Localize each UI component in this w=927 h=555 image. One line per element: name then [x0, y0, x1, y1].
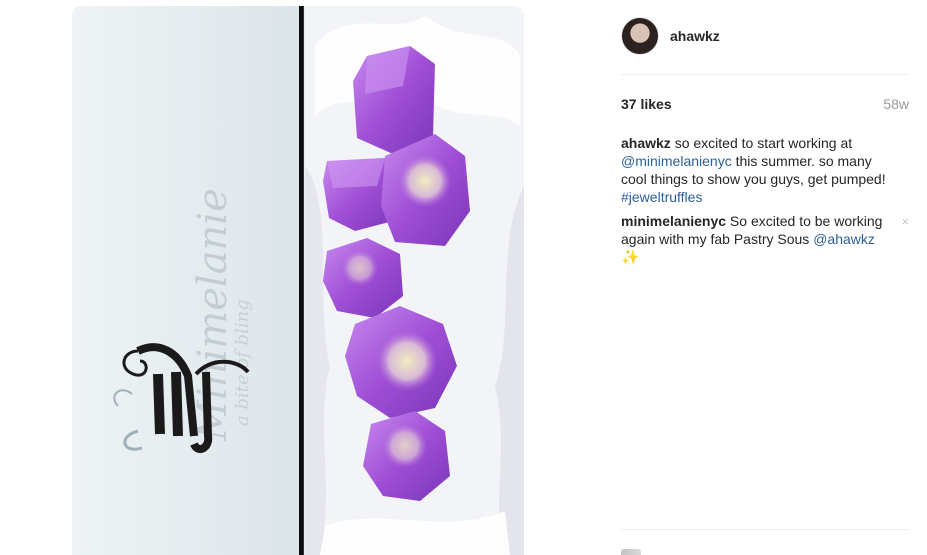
post-photo[interactable]: Minimelanie a bite of bling — [72, 6, 524, 555]
action-bar-partial — [621, 549, 641, 555]
delete-comment-icon[interactable]: × — [901, 213, 909, 231]
comment-username[interactable]: minimelanienyc — [621, 213, 726, 229]
brand-logo-image: Minimelanie a bite of bling — [113, 188, 253, 453]
truffles-illustration — [305, 6, 524, 555]
box-lid-edge — [299, 6, 303, 555]
comments-list: ahawkz so excited to start working at @m… — [621, 134, 909, 273]
post-timestamp[interactable]: 58w — [883, 96, 909, 112]
comment: minimelanienyc So excited to be working … — [621, 212, 909, 267]
caption-hashtag[interactable]: #jeweltruffles — [621, 189, 702, 205]
svg-text:Minimelanie: Minimelanie — [190, 188, 236, 442]
footer-divider — [621, 529, 909, 530]
caption-mention[interactable]: @minimelanienyc — [621, 153, 732, 169]
box-lid: Minimelanie a bite of bling — [72, 6, 304, 555]
sparkle-emoji: ✨ — [621, 249, 640, 266]
post-header: ahawkz — [621, 16, 720, 56]
header-divider — [621, 74, 909, 75]
post-sidebar: ahawkz 37 likes 58w ahawkz so excited to… — [621, 0, 909, 555]
likes-count[interactable]: 37 likes — [621, 96, 672, 112]
avatar[interactable] — [621, 17, 659, 55]
comment-mention[interactable]: @ahawkz — [813, 231, 875, 247]
author-username[interactable]: ahawkz — [670, 28, 720, 44]
caption: ahawkz so excited to start working at @m… — [621, 134, 909, 206]
truffle-tray — [305, 6, 524, 555]
likes-row: 37 likes 58w — [621, 96, 909, 112]
caption-username[interactable]: ahawkz — [621, 135, 671, 151]
caption-text: so excited to start working at — [670, 135, 853, 151]
